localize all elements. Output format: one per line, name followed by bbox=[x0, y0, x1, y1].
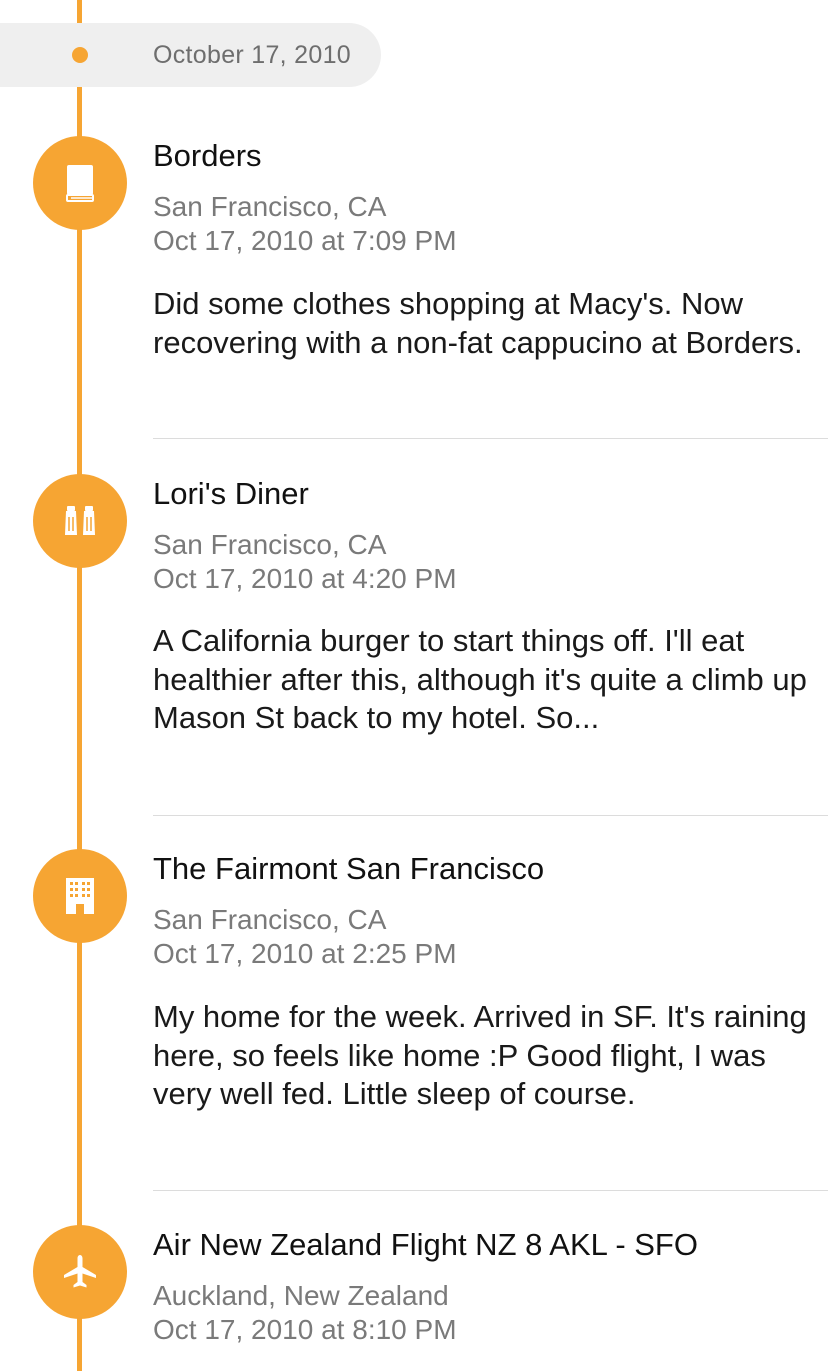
salt-pepper-icon bbox=[33, 474, 127, 568]
entry-title: Air New Zealand Flight NZ 8 AKL - SFO bbox=[153, 1227, 698, 1262]
entry-divider bbox=[153, 438, 828, 439]
entry-timestamp: Oct 17, 2010 at 2:25 PM bbox=[153, 938, 457, 969]
book-icon bbox=[33, 136, 127, 230]
airplane-icon bbox=[33, 1225, 127, 1319]
entry-location: San Francisco, CA bbox=[153, 191, 387, 222]
entry-body: A California burger to start things off.… bbox=[153, 623, 807, 735]
entry-location: San Francisco, CA bbox=[153, 904, 387, 935]
entry-title: Lori's Diner bbox=[153, 476, 309, 511]
entry-location: Auckland, New Zealand bbox=[153, 1280, 449, 1311]
entry-divider bbox=[153, 815, 828, 816]
timeline-date-dot bbox=[72, 47, 88, 63]
entry-title: The Fairmont San Francisco bbox=[153, 851, 545, 886]
entry-timestamp: Oct 17, 2010 at 8:10 PM bbox=[153, 1314, 457, 1345]
entry-timestamp: Oct 17, 2010 at 7:09 PM bbox=[153, 225, 457, 256]
date-header-label: October 17, 2010 bbox=[153, 41, 351, 69]
entry-body: My home for the week. Arrived in SF. It'… bbox=[153, 999, 807, 1111]
entry-timestamp: Oct 17, 2010 at 4:20 PM bbox=[153, 563, 457, 594]
entry-title: Borders bbox=[153, 138, 262, 173]
hotel-icon bbox=[33, 849, 127, 943]
entry-location: San Francisco, CA bbox=[153, 529, 387, 560]
entry-divider bbox=[153, 1190, 828, 1191]
entry-body: Did some clothes shopping at Macy's. Now… bbox=[153, 286, 803, 360]
